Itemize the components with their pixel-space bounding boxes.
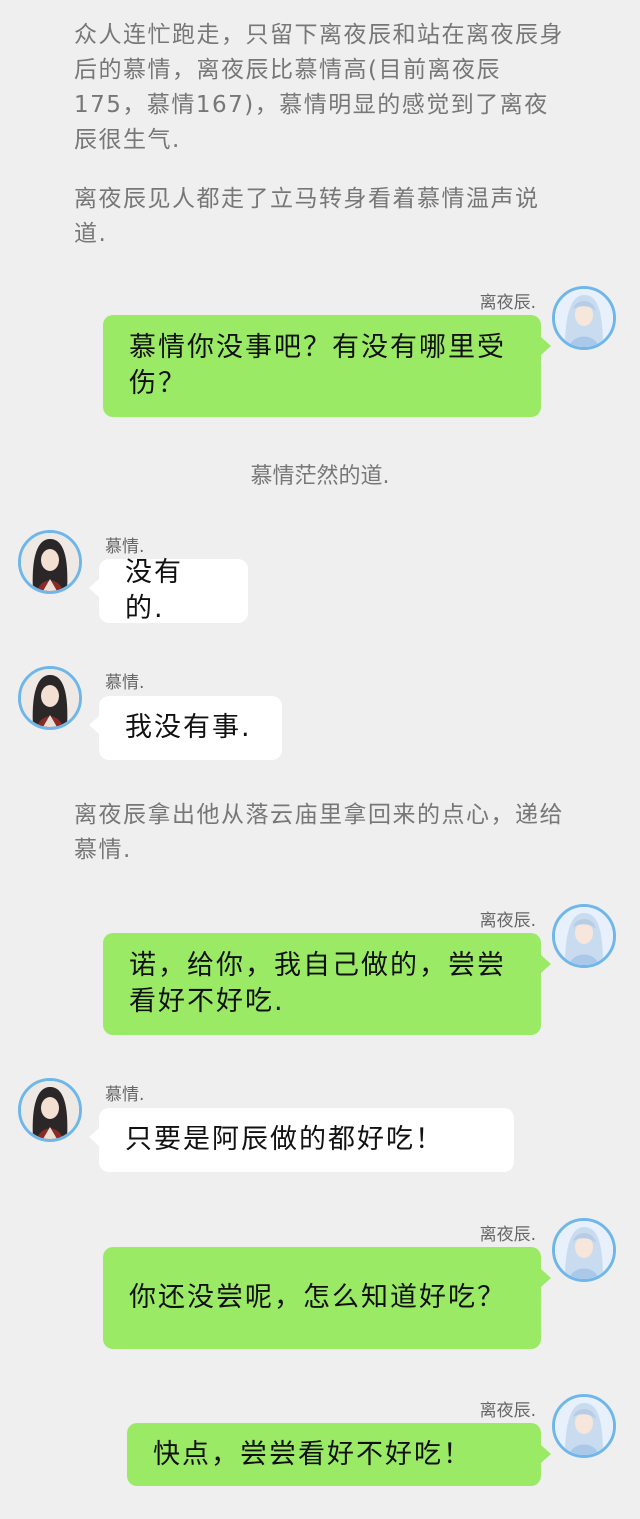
message-bubble[interactable]: 只要是阿辰做的都好吃！ [89,1108,514,1172]
narration-paragraph: 离夜辰见人都走了立马转身看着慕情温声说道. [74,186,540,247]
sender-name: 离夜辰. [479,911,536,931]
sender-name: 离夜辰. [479,1401,536,1421]
system-note: 慕情茫然的道. [250,464,390,489]
message-bubble[interactable]: 诺，给你，我自己做的，尝尝看好不好吃. [103,933,551,1035]
sender-name: 慕情. [105,673,145,693]
message-bubble[interactable]: 你还没尝呢，怎么知道好吃？ [103,1247,551,1349]
narration-paragraph: 离夜辰拿出他从落云庙里拿回来的点心，递给慕情. [74,802,564,863]
avatar-dark-hair-icon[interactable] [18,666,82,730]
message-bubble[interactable]: 我没有事. [89,696,282,760]
avatar-white-hair-icon[interactable] [552,286,616,350]
avatar-dark-hair-icon[interactable] [18,1078,82,1142]
avatar-white-hair-icon[interactable] [552,1394,616,1458]
sender-name: 离夜辰. [479,1225,536,1245]
sender-name: 慕情. [105,1085,145,1105]
avatar-white-hair-icon[interactable] [552,904,616,968]
avatar-white-hair-icon[interactable] [552,1218,616,1282]
sender-name: 慕情. [105,537,145,557]
narration-paragraph: 众人连忙跑走，只留下离夜辰和站在离夜辰身后的慕情，离夜辰比慕情高(目前离夜辰17… [74,22,564,153]
sender-name: 离夜辰. [479,293,536,313]
message-bubble[interactable]: 快点，尝尝看好不好吃！ [127,1423,551,1486]
message-bubble[interactable]: 慕情你没事吧？有没有哪里受伤？ [103,315,551,417]
message-bubble[interactable]: 没有的. [89,557,248,624]
avatar-dark-hair-icon[interactable] [18,530,82,594]
